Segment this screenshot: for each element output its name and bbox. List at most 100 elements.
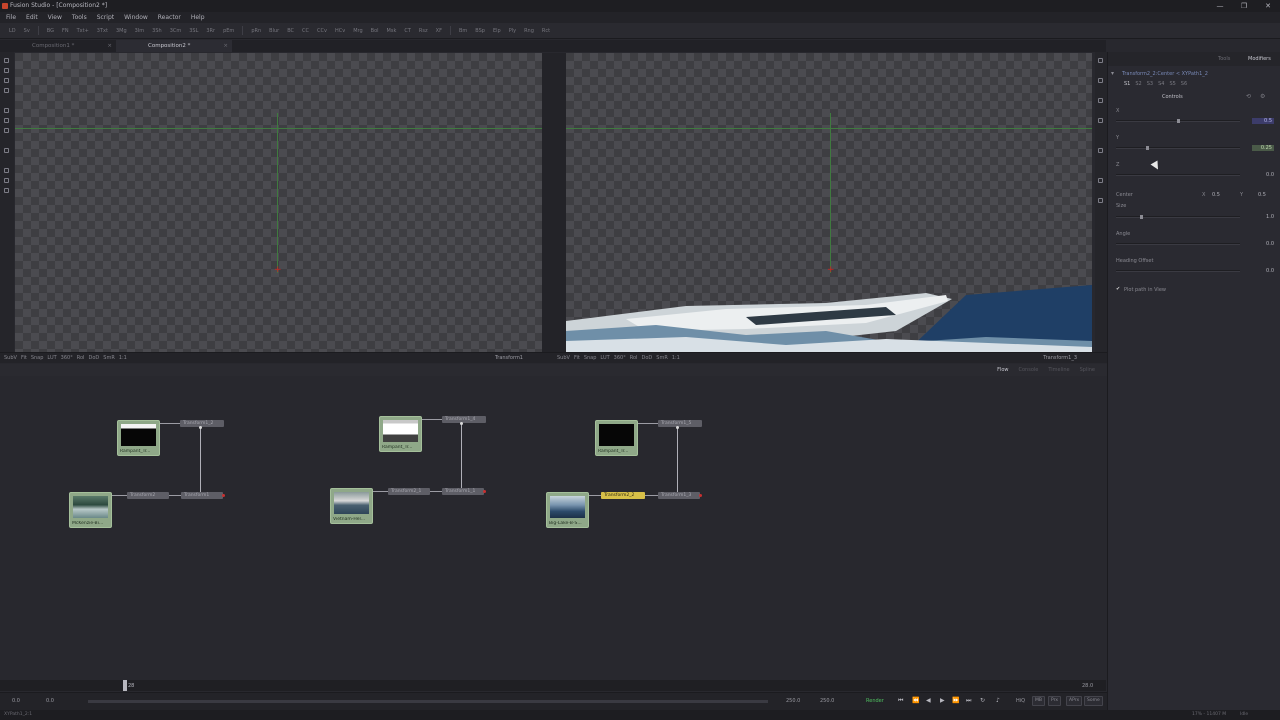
right-viewer[interactable]: + <box>566 53 1092 352</box>
snap-button[interactable]: Snap <box>31 355 44 361</box>
loader-node[interactable]: Vietnam-Hel... <box>330 488 373 524</box>
toolbar-tool-pem[interactable]: pEm <box>220 28 237 34</box>
some-toggle[interactable]: Some <box>1084 696 1103 706</box>
render-end[interactable]: 250.0 <box>786 698 800 704</box>
toolbar-tool-mrg[interactable]: Mrg <box>350 28 365 34</box>
close-tab-icon[interactable]: × <box>107 40 112 52</box>
toolbar-tool-3sh[interactable]: 3Sh <box>149 28 165 34</box>
output-dot[interactable] <box>676 426 679 429</box>
settings-tool-icon[interactable] <box>1098 178 1103 183</box>
center-y-value[interactable]: 0.5 <box>1258 192 1266 198</box>
lut-button[interactable]: LUT <box>47 355 56 361</box>
checkbox-icon[interactable]: ✔ <box>1116 286 1120 292</box>
toolbar-tool-bol[interactable]: Bol <box>368 28 382 34</box>
global-start[interactable]: 0.0 <box>12 698 20 704</box>
play-reverse-icon[interactable]: ◀ <box>926 697 931 704</box>
menu-tools[interactable]: Tools <box>72 14 87 21</box>
output-dot[interactable] <box>483 490 486 493</box>
roi-button[interactable]: RoI <box>630 355 638 361</box>
heading-offset-slider[interactable] <box>1116 270 1240 272</box>
go-end-icon[interactable]: ⏭ <box>966 697 971 705</box>
pointer-tool-icon[interactable] <box>1098 58 1103 63</box>
lock-tool-icon[interactable] <box>1098 198 1103 203</box>
y-slider[interactable] <box>1116 147 1240 149</box>
pointer-tool-icon[interactable] <box>4 58 9 63</box>
z-value[interactable]: 0.0 <box>1252 172 1274 178</box>
mb-toggle[interactable]: MB <box>1032 696 1045 706</box>
controls-section-title[interactable]: Controls <box>1162 94 1183 100</box>
step-forward-icon[interactable]: ⏩ <box>952 697 959 704</box>
menu-edit[interactable]: Edit <box>26 14 38 21</box>
toolbar-tool-bc[interactable]: BC <box>284 28 297 34</box>
select-tool-icon[interactable] <box>4 88 9 93</box>
smr-button[interactable]: SmR <box>103 355 115 361</box>
toolbar-tool-rct[interactable]: Rct <box>539 28 553 34</box>
viewer-divider[interactable] <box>542 53 566 352</box>
menu-reactor[interactable]: Reactor <box>158 14 181 21</box>
transform-node[interactable]: Transform2 <box>127 492 169 499</box>
size-slider[interactable] <box>1116 216 1240 218</box>
angle-value[interactable]: 0.0 <box>1252 241 1274 247</box>
fit-button[interactable]: Fit <box>574 355 580 361</box>
output-dot[interactable] <box>699 494 702 497</box>
rectangle-tool-icon[interactable] <box>1098 118 1103 123</box>
transform-node[interactable]: Transform1 <box>181 492 223 499</box>
transform-node[interactable]: Transform1_1 <box>442 488 484 495</box>
angle-slider[interactable] <box>1116 243 1240 245</box>
tab-modifiers[interactable]: Modifiers <box>1248 56 1271 62</box>
z-slider[interactable] <box>1116 174 1240 176</box>
zoom-button[interactable]: 1:1 <box>119 355 127 361</box>
tab-composition2[interactable]: Composition2 * × <box>116 40 232 52</box>
collapse-icon[interactable]: ▾ <box>1111 70 1114 77</box>
tab-tools[interactable]: Tools <box>1218 56 1230 62</box>
transform-center-marker[interactable]: + <box>827 265 835 275</box>
prx-toggle[interactable]: Prx <box>1048 696 1062 706</box>
loader-node[interactable]: McKenzie-Bi... <box>69 492 112 528</box>
dod-button[interactable]: DoD <box>89 355 100 361</box>
toolbar-tool-hcv[interactable]: HCv <box>332 28 348 34</box>
bspline-tool-icon[interactable] <box>1098 98 1103 103</box>
version-tab-2[interactable]: S2 <box>1135 81 1141 87</box>
roi-button[interactable]: RoI <box>77 355 85 361</box>
audio-icon[interactable]: ♪ <box>996 697 1000 704</box>
magnet-tool-icon[interactable] <box>4 148 9 153</box>
toolbar-tool-xf[interactable]: XF <box>433 28 445 34</box>
toolbar-tool-ply[interactable]: Ply <box>506 28 519 34</box>
toolbar-tool-txt[interactable]: Txt+ <box>74 28 92 34</box>
lut-button[interactable]: LUT <box>600 355 609 361</box>
transform-node[interactable]: Transform1_2 <box>180 420 224 427</box>
menu-help[interactable]: Help <box>191 14 205 21</box>
reset-icon[interactable]: ⟲ <box>1246 93 1251 100</box>
version-tab-3[interactable]: S3 <box>1147 81 1153 87</box>
toolbar-tool-ccv[interactable]: CCv <box>314 28 330 34</box>
tab-timeline[interactable]: Timeline <box>1048 367 1069 373</box>
tab-flow[interactable]: Flow <box>997 367 1008 373</box>
toolbar-tool-sv[interactable]: Sv <box>21 28 33 34</box>
paint-tool-icon[interactable] <box>4 128 9 133</box>
loop-icon[interactable]: ↻ <box>980 697 985 704</box>
transform-node[interactable]: Transform1_3 <box>658 492 700 499</box>
subview-button[interactable]: SubV <box>4 355 17 361</box>
toolbar-tool-bsp[interactable]: BSp <box>472 28 488 34</box>
toolbar-tool-rng[interactable]: Rng <box>521 28 537 34</box>
playhead[interactable] <box>123 680 127 691</box>
transform-node[interactable]: Transform1_5 <box>658 420 702 427</box>
loader-node[interactable]: Big-Lake-B-S... <box>546 492 589 528</box>
version-tab-6[interactable]: S6 <box>1181 81 1187 87</box>
hiq-toggle[interactable]: HiQ <box>1016 698 1025 704</box>
settings-icon[interactable]: ⚙ <box>1260 93 1265 100</box>
close-button[interactable]: ✕ <box>1256 0 1280 12</box>
toolbar-tool-ld[interactable]: LD <box>6 28 19 34</box>
transform-center-marker[interactable]: + <box>274 265 282 275</box>
mask-node[interactable]: Rampant_Tr... <box>117 420 160 456</box>
size-value[interactable]: 1.0 <box>1252 214 1274 220</box>
tab-spline[interactable]: Spline <box>1080 367 1095 373</box>
mask-node[interactable]: Rampant_Tr... <box>379 416 422 452</box>
menu-script[interactable]: Script <box>97 14 114 21</box>
heading-offset-value[interactable]: 0.0 <box>1252 268 1274 274</box>
x-value[interactable]: 0.5 <box>1252 118 1274 124</box>
toolbar-tool-fn[interactable]: FN <box>59 28 72 34</box>
trash-tool-icon[interactable] <box>4 188 9 193</box>
version-tab-1[interactable]: S1 <box>1124 81 1130 87</box>
x-slider-thumb[interactable] <box>1177 119 1180 123</box>
